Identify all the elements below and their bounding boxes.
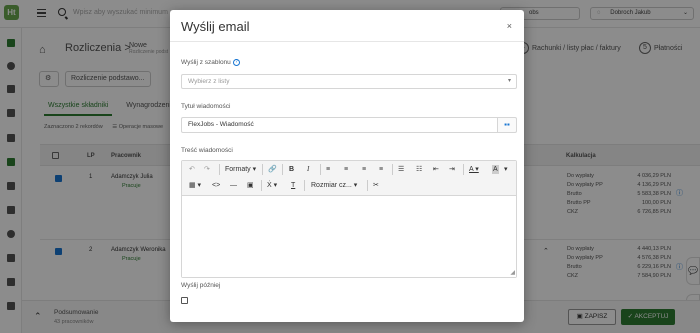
send-later-label: Wyślij później xyxy=(181,282,221,289)
editor-toolbar: ↶ ↷ Formaty ▾ 🔗 B I ≡ ≡ ≡ ≡ ☰ ☷ ⇤ ⇥ A ▾ … xyxy=(182,161,516,196)
table-icon[interactable]: ▦ ▾ xyxy=(189,181,201,190)
send-email-dialog: Wyślij email × Wyślij z szablonu? Wybier… xyxy=(170,10,524,322)
align-justify-icon[interactable]: ≡ xyxy=(379,165,383,174)
bold-icon[interactable]: B xyxy=(289,165,294,174)
rich-text-editor: ↶ ↷ Formaty ▾ 🔗 B I ≡ ≡ ≡ ≡ ☰ ☷ ⇤ ⇥ A ▾ … xyxy=(181,160,517,278)
bullet-list-icon[interactable]: ☰ xyxy=(398,165,404,174)
redo-icon[interactable]: ↷ xyxy=(204,165,210,174)
font-family-icon[interactable]: Ẋ ▾ xyxy=(267,181,277,190)
dialog-divider xyxy=(170,41,524,42)
numbered-list-icon[interactable]: ☷ xyxy=(416,165,422,174)
horizontal-rule-icon[interactable]: — xyxy=(230,181,237,190)
link-icon[interactable]: 🔗 xyxy=(268,165,277,174)
clear-format-icon[interactable]: T xyxy=(291,181,295,190)
subject-input[interactable]: FlexJobs - Wiadomość xyxy=(181,117,498,133)
toolbar-separator xyxy=(392,164,393,175)
undo-icon[interactable]: ↶ xyxy=(189,165,195,174)
template-select[interactable]: Wybierz z listy ▾ xyxy=(181,74,517,89)
tag-icon: ▪▪ xyxy=(504,120,510,129)
toolbar-separator xyxy=(282,164,283,175)
formats-dropdown-label: Formaty xyxy=(225,166,251,173)
outdent-icon[interactable]: ⇤ xyxy=(433,165,439,174)
text-color-icon[interactable]: A ▾ xyxy=(469,165,479,174)
align-center-icon[interactable]: ≡ xyxy=(344,165,348,174)
help-icon[interactable]: ? xyxy=(232,59,240,66)
dialog-title: Wyślij email xyxy=(181,19,250,34)
italic-icon[interactable]: I xyxy=(307,165,309,174)
toolbar-separator xyxy=(262,164,263,175)
toolbar-separator xyxy=(463,164,464,175)
close-icon[interactable]: × xyxy=(507,21,512,31)
toolbar-separator xyxy=(304,180,305,191)
chevron-down-icon: ▾ xyxy=(507,78,511,84)
content-label: Treść wiadomości xyxy=(181,147,233,154)
image-icon[interactable]: ▣ xyxy=(247,181,254,190)
insert-tag-button[interactable]: ▪▪ xyxy=(497,117,517,133)
template-select-value: Wybierz z listy xyxy=(188,78,230,85)
highlight-color-icon[interactable]: A xyxy=(492,165,499,174)
template-label-text: Wyślij z szablonu xyxy=(181,59,231,67)
editor-body[interactable] xyxy=(182,196,516,277)
send-later-checkbox[interactable] xyxy=(181,297,188,304)
indent-icon[interactable]: ⇥ xyxy=(449,165,455,174)
align-right-icon[interactable]: ≡ xyxy=(362,165,366,174)
code-icon[interactable]: <> xyxy=(212,181,220,190)
font-size-dropdown-label: Rozmiar cz... xyxy=(311,182,352,189)
template-label: Wyślij z szablonu? xyxy=(181,59,240,66)
align-left-icon[interactable]: ≡ xyxy=(326,165,330,174)
subject-label: Tytuł wiadomości xyxy=(181,103,231,110)
toolbar-separator xyxy=(367,180,368,191)
scissors-icon[interactable]: ✂ xyxy=(373,181,379,190)
toolbar-separator xyxy=(320,164,321,175)
font-size-dropdown[interactable]: Rozmiar cz... ▾ xyxy=(311,181,357,190)
resize-handle-icon[interactable]: ◢ xyxy=(510,269,515,276)
chevron-down-icon[interactable]: ▾ xyxy=(504,165,508,174)
formats-dropdown[interactable]: Formaty ▾ xyxy=(225,165,256,174)
toolbar-separator xyxy=(261,180,262,191)
toolbar-separator xyxy=(219,164,220,175)
